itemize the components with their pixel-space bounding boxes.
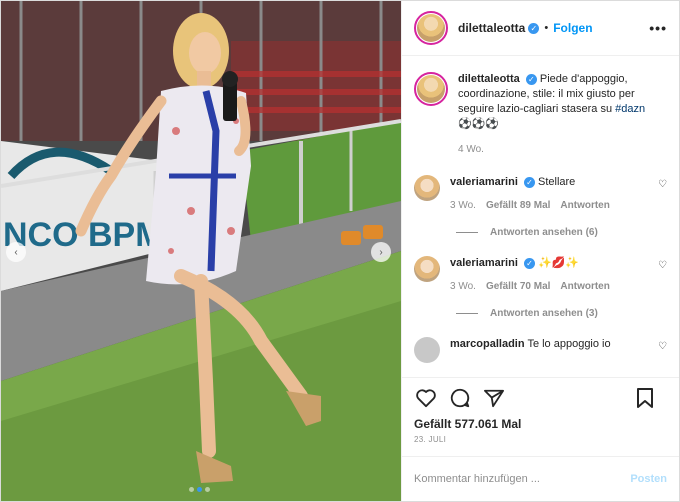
carousel-next-button[interactable]: › (371, 242, 391, 262)
likes-count[interactable]: Gefällt 577.061 Mal (402, 417, 679, 431)
comment-input[interactable] (414, 473, 631, 485)
share-icon[interactable] (482, 386, 506, 410)
view-replies-label: Antworten ansehen (6) (490, 227, 598, 238)
photo-illustration: NCO BPM (1, 1, 401, 501)
add-comment-bar: Posten (402, 456, 679, 501)
comment-body: marcopalladin Te lo appoggio io (450, 337, 650, 363)
comment-likes[interactable]: Gefällt 70 Mal (486, 279, 550, 294)
comment-like-heart-icon[interactable]: ♡ (658, 179, 667, 190)
verified-icon: ✓ (523, 176, 535, 188)
post-header: dilettaleotta ✓ • Folgen ••• (402, 1, 679, 56)
caption-username[interactable]: dilettaleotta (458, 73, 520, 85)
comment-item: valeriamarini ✓ ✨💋✨ 3 Wo. Gefällt 70 Mal… (414, 256, 667, 294)
comment-username[interactable]: valeriamarini (450, 257, 518, 269)
verified-icon: ✓ (525, 73, 537, 85)
comments-section: dilettaleotta ✓ Piede d'appoggio, coordi… (402, 56, 679, 377)
separator-dot: • (544, 22, 549, 34)
more-icon[interactable]: ••• (649, 20, 667, 36)
view-replies-button[interactable]: Antworten ansehen (6) (456, 227, 667, 238)
verified-icon: ✓ (528, 22, 540, 34)
replies-line (456, 313, 478, 314)
bookmark-icon[interactable] (633, 386, 657, 410)
comment-like-heart-icon[interactable]: ♡ (658, 341, 667, 352)
reply-button[interactable]: Antworten (560, 198, 609, 213)
post-comment-button[interactable]: Posten (630, 473, 667, 485)
heart-icon[interactable] (414, 386, 438, 410)
comment-item: valeriamarini ✓ Stellare 3 Wo. Gefällt 8… (414, 175, 667, 213)
instagram-post: NCO BPM ‹ › dilettaleotta ✓ • Folgen •••… (0, 0, 680, 502)
carousel-prev-button[interactable]: ‹ (6, 242, 26, 262)
comment-time[interactable]: 3 Wo. (450, 279, 476, 294)
comment-meta: 3 Wo. Gefällt 89 Mal Antworten (450, 198, 650, 213)
comment-icon[interactable] (448, 386, 472, 410)
profile-avatar-ring[interactable] (414, 11, 448, 45)
caption-emojis: ⚽⚽⚽ (458, 118, 500, 130)
comment-time[interactable]: 3 Wo. (450, 198, 476, 213)
hashtag-link[interactable]: #dazn (615, 103, 645, 115)
carousel-dot-active (197, 487, 202, 492)
comment-text: Te lo appoggio io (527, 338, 611, 350)
action-bar (402, 377, 679, 417)
view-replies-label: Antworten ansehen (3) (490, 308, 598, 319)
post-date[interactable]: 23. JULI (402, 431, 679, 456)
caption-text: dilettaleotta ✓ Piede d'appoggio, coordi… (458, 72, 646, 157)
avatar[interactable] (414, 256, 440, 282)
avatar (417, 75, 445, 103)
chevron-left-icon: ‹ (14, 246, 18, 258)
caption-timestamp[interactable]: 4 Wo. (458, 142, 646, 157)
avatar[interactable] (414, 337, 440, 363)
post-photo[interactable]: NCO BPM ‹ › (1, 1, 401, 501)
avatar[interactable] (414, 175, 440, 201)
reply-button[interactable]: Antworten (560, 279, 609, 294)
comment-username[interactable]: marcopalladin (450, 338, 525, 350)
comment-body: valeriamarini ✓ ✨💋✨ 3 Wo. Gefällt 70 Mal… (450, 256, 650, 294)
comment-body: valeriamarini ✓ Stellare 3 Wo. Gefällt 8… (450, 175, 650, 213)
caption: dilettaleotta ✓ Piede d'appoggio, coordi… (414, 72, 667, 157)
caption-avatar-ring[interactable] (414, 72, 448, 106)
avatar (417, 14, 445, 42)
header-username[interactable]: dilettaleotta (458, 21, 525, 35)
view-replies-button[interactable]: Antworten ansehen (3) (456, 308, 667, 319)
carousel-dot (189, 487, 194, 492)
comment-text: Stellare (538, 176, 576, 188)
follow-button[interactable]: Folgen (553, 21, 592, 35)
comment-item: marcopalladin Te lo appoggio io ♡ (414, 337, 667, 363)
verified-icon: ✓ (523, 257, 535, 269)
carousel-dot (205, 487, 210, 492)
comment-username[interactable]: valeriamarini (450, 176, 518, 188)
comment-text: ✨💋✨ (538, 257, 580, 269)
comment-likes[interactable]: Gefällt 89 Mal (486, 198, 550, 213)
replies-line (456, 232, 478, 233)
carousel-dots (189, 487, 210, 492)
chevron-right-icon: › (379, 246, 383, 258)
post-panel: dilettaleotta ✓ • Folgen ••• dilettaleot… (401, 1, 679, 501)
comment-like-heart-icon[interactable]: ♡ (658, 260, 667, 271)
comment-meta: 3 Wo. Gefällt 70 Mal Antworten (450, 279, 650, 294)
